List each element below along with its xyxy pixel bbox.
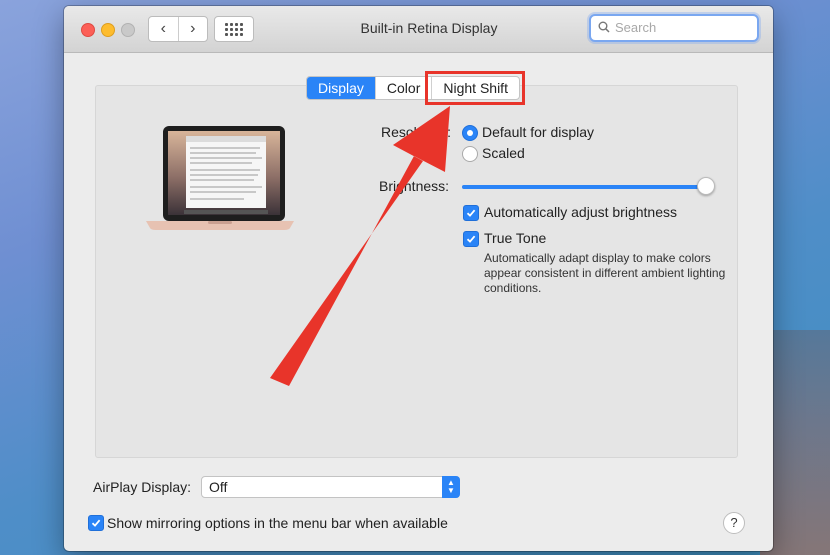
brightness-slider[interactable] — [462, 185, 708, 189]
updown-chevron-icon: ▲ ▼ — [442, 476, 460, 498]
search-icon — [598, 21, 610, 33]
back-button[interactable]: ‹ — [149, 17, 178, 41]
brightness-slider-thumb[interactable] — [697, 177, 715, 195]
preferences-window: ‹ › Built-in Retina Display Display Colo… — [64, 6, 773, 551]
chevron-left-icon: ‹ — [160, 20, 166, 37]
zoom-window-button[interactable] — [121, 23, 135, 37]
window-title: Built-in Retina Display — [360, 20, 498, 36]
checkmark-icon — [466, 209, 476, 217]
tab-night-shift[interactable]: Night Shift — [425, 71, 525, 105]
mirroring-checkbox[interactable] — [88, 515, 104, 531]
scaled-resolution-radio[interactable] — [462, 146, 478, 162]
search-input[interactable] — [613, 19, 752, 36]
forward-button[interactable]: › — [177, 17, 208, 41]
tab-color[interactable]: Color — [374, 77, 431, 99]
minimize-window-button[interactable] — [101, 23, 115, 37]
resolution-label: Resolution: — [381, 124, 452, 140]
help-button[interactable]: ? — [723, 512, 745, 534]
mirroring-label[interactable]: Show mirroring options in the menu bar w… — [107, 515, 448, 531]
brightness-label: Brightness: — [379, 178, 450, 194]
true-tone-checkbox[interactable] — [463, 231, 479, 247]
default-resolution-radio[interactable] — [462, 125, 478, 141]
default-resolution-label[interactable]: Default for display — [482, 124, 594, 140]
title-bar: ‹ › Built-in Retina Display — [64, 6, 773, 53]
tab-bar: Display Color Night Shift — [306, 71, 525, 105]
close-window-button[interactable] — [81, 23, 95, 37]
auto-brightness-checkbox[interactable] — [463, 205, 479, 221]
brightness-fill — [462, 185, 706, 189]
scaled-resolution-label[interactable]: Scaled — [482, 145, 525, 161]
tab-display[interactable]: Display — [307, 77, 375, 99]
show-all-button[interactable] — [214, 16, 254, 42]
chevron-right-icon: › — [190, 20, 196, 37]
airplay-display-select[interactable]: Off ▲ ▼ — [201, 476, 460, 498]
back-forward-group: ‹ › — [148, 16, 208, 42]
true-tone-label[interactable]: True Tone — [484, 230, 546, 246]
laptop-preview-image — [146, 126, 294, 230]
search-field[interactable] — [589, 14, 759, 42]
true-tone-description: Automatically adapt display to make colo… — [484, 251, 726, 295]
airplay-display-value: Off — [209, 479, 228, 495]
checkmark-icon — [466, 235, 476, 243]
grid-icon — [225, 22, 243, 36]
auto-brightness-label[interactable]: Automatically adjust brightness — [484, 204, 677, 220]
airplay-display-label: AirPlay Display: — [93, 479, 192, 495]
checkmark-icon — [91, 519, 101, 527]
